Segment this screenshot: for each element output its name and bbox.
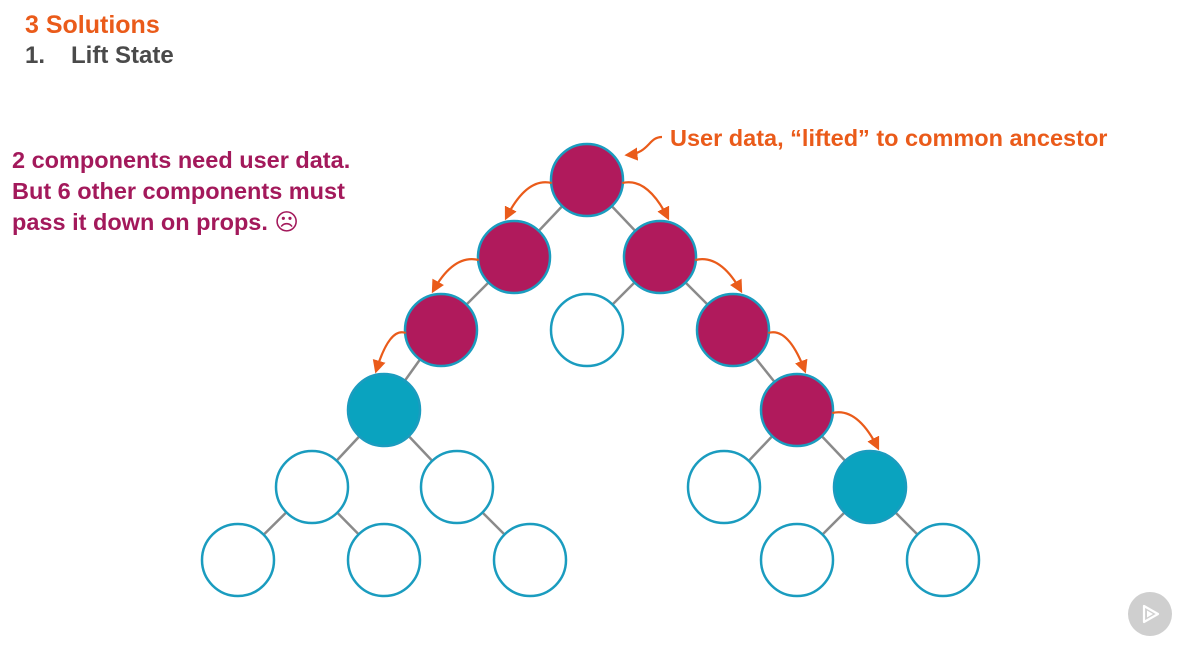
- tree-node-empty: [200, 522, 276, 598]
- tree-node-empty: [905, 522, 981, 598]
- tree-node-prop-passer: [403, 292, 479, 368]
- prop-flow-arrow: [431, 258, 479, 294]
- play-logo-badge: [1128, 592, 1172, 636]
- play-logo-icon: [1142, 604, 1160, 624]
- tree-nodes: [200, 142, 981, 598]
- tree-node-prop-passer: [622, 219, 698, 295]
- tree-node-prop-passer: [549, 142, 625, 218]
- tree-node-empty: [759, 522, 835, 598]
- prop-flow-arrow: [695, 258, 743, 294]
- component-tree-diagram: [200, 135, 981, 598]
- tree-node-prop-passer: [759, 372, 835, 448]
- prop-flow-arrow: [372, 331, 407, 374]
- tree-node-empty: [492, 522, 568, 598]
- prop-flow-arrow: [504, 181, 552, 221]
- tree-node-empty: [549, 292, 625, 368]
- tree-node-empty: [346, 522, 422, 598]
- tree-node-empty: [274, 449, 350, 525]
- prop-flow-arrow: [622, 181, 670, 221]
- tree-node-data-consumer: [832, 449, 908, 525]
- prop-flow-arrow: [832, 411, 880, 451]
- callout-leader-arrow: [624, 135, 663, 161]
- tree-node-prop-passer: [695, 292, 771, 368]
- prop-flow-arrow: [767, 331, 808, 374]
- tree-node-data-consumer: [346, 372, 422, 448]
- tree-node-empty: [686, 449, 762, 525]
- tree-node-prop-passer: [476, 219, 552, 295]
- tree-node-empty: [419, 449, 495, 525]
